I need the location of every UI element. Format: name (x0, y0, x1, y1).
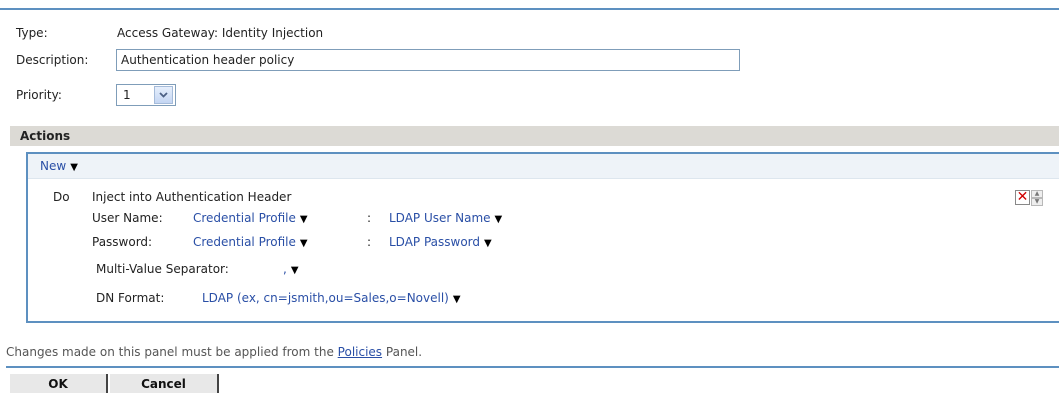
apply-note-suffix: Panel. (385, 345, 423, 359)
password-source-dropdown[interactable]: Credential Profile ▼ (193, 235, 308, 249)
dropdown-triangle-icon: ▼ (290, 265, 299, 276)
apply-note: Changes made on this panel must be appli… (6, 345, 422, 359)
reorder-control[interactable]: ▲ ▼ (1031, 190, 1043, 206)
ok-button[interactable]: OK (10, 374, 108, 393)
chevron-down-icon[interactable] (154, 86, 173, 104)
policies-panel-link[interactable]: Policies (338, 345, 382, 359)
actions-section-header: Actions (10, 126, 1059, 146)
password-label: Password: (92, 235, 153, 249)
description-row: Description: (16, 49, 117, 71)
new-label: New (40, 159, 67, 173)
dropdown-triangle-icon: ▼ (494, 214, 503, 225)
move-down-icon[interactable]: ▼ (1031, 198, 1043, 206)
separator-value: , (283, 262, 287, 276)
dropdown-triangle-icon: ▼ (70, 162, 78, 173)
description-input[interactable] (116, 49, 740, 71)
dropdown-triangle-icon: ▼ (299, 238, 308, 249)
dn-format-dropdown[interactable]: LDAP (ex, cn=jsmith,ou=Sales,o=Novell) ▼ (202, 291, 461, 305)
top-divider (0, 8, 1059, 10)
description-label: Description: (16, 53, 89, 67)
username-source-label: Credential Profile (193, 211, 296, 225)
type-value: Access Gateway: Identity Injection (117, 26, 324, 40)
username-value-dropdown[interactable]: LDAP User Name ▼ (389, 211, 502, 225)
actions-panel: New ▼ (26, 152, 1059, 323)
new-menu-button[interactable]: New ▼ (40, 159, 78, 173)
priority-value: 1 (123, 88, 131, 102)
type-row: Type: Access Gateway: Identity Injection (16, 22, 323, 44)
username-source-dropdown[interactable]: Credential Profile ▼ (193, 211, 308, 225)
dropdown-triangle-icon: ▼ (484, 238, 492, 249)
move-up-icon[interactable]: ▲ (1031, 190, 1043, 198)
priority-row: Priority: (16, 84, 117, 106)
priority-label: Priority: (16, 88, 62, 102)
separator-dropdown[interactable]: , ▼ (283, 262, 299, 276)
password-separator: : (367, 235, 372, 249)
delete-icon[interactable]: ✕ (1015, 190, 1030, 205)
dropdown-triangle-icon: ▼ (299, 214, 308, 225)
bottom-divider (6, 366, 1059, 368)
username-value-label: LDAP User Name (389, 211, 491, 225)
action-title: Inject into Authentication Header (92, 190, 292, 204)
password-value-dropdown[interactable]: LDAP Password ▼ (389, 235, 492, 249)
dropdown-triangle-icon: ▼ (452, 294, 461, 305)
dialog-buttons: OK Cancel (10, 374, 219, 393)
username-label: User Name: (92, 211, 163, 225)
apply-note-text: Changes made on this panel must be appli… (6, 345, 334, 359)
password-value-label: LDAP Password (389, 235, 481, 249)
priority-select[interactable]: 1 (116, 84, 176, 106)
username-separator: : (367, 211, 372, 225)
dn-format-value: LDAP (ex, cn=jsmith,ou=Sales,o=Novell) (202, 291, 449, 305)
type-label: Type: (16, 26, 48, 40)
new-toolbar: New ▼ (28, 154, 1059, 179)
dn-format-label: DN Format: (96, 291, 165, 305)
separator-label: Multi-Value Separator: (96, 262, 229, 276)
cancel-button[interactable]: Cancel (110, 374, 219, 393)
password-source-label: Credential Profile (193, 235, 296, 249)
do-label: Do (53, 190, 70, 204)
